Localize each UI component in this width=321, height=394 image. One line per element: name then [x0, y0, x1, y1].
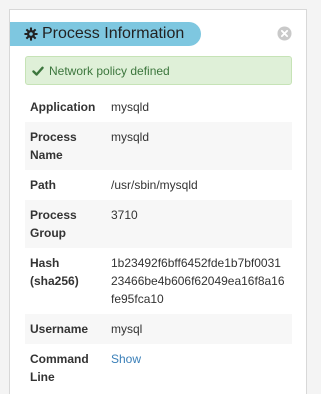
- alert-text: Network policy defined: [49, 63, 170, 78]
- process-info-panel: Process Information Network policy defin…: [9, 9, 307, 394]
- row-label: Process Group: [30, 208, 77, 240]
- row-value: mysqld: [111, 130, 150, 144]
- row-label: Process Name: [30, 130, 77, 162]
- row-value: 1b23492f6bff6452fde1b7bf003123466be4b606…: [111, 256, 285, 306]
- row-label: Path: [30, 178, 57, 192]
- row-process-group: Process Group 3710: [25, 200, 292, 248]
- row-username: Username mysql: [25, 314, 292, 344]
- process-info-table: Application mysqld Process Name mysqld P…: [25, 92, 292, 392]
- gear-icon: [24, 27, 38, 41]
- panel-title-bar: Process Information: [10, 22, 201, 46]
- row-value: 3710: [111, 208, 138, 222]
- network-policy-alert: Network policy defined: [25, 56, 292, 85]
- row-label: Command Line: [30, 352, 89, 384]
- row-hash: Hash (sha256) 1b23492f6bff6452fde1b7bf00…: [25, 248, 292, 314]
- check-icon: [32, 66, 44, 76]
- row-value: mysqld: [111, 100, 150, 114]
- panel-title: Process Information: [42, 25, 185, 42]
- row-value: /usr/sbin/mysqld: [111, 178, 198, 192]
- row-command-line: Command Line Show: [25, 344, 292, 392]
- row-process-name: Process Name mysqld: [25, 122, 292, 170]
- row-value: mysql: [111, 322, 143, 336]
- row-label: Hash (sha256): [30, 256, 79, 288]
- row-application: Application mysqld: [25, 92, 292, 122]
- show-command-line-link[interactable]: Show: [111, 352, 141, 366]
- row-label: Application: [30, 100, 96, 114]
- close-icon[interactable]: [277, 26, 292, 41]
- row-path: Path /usr/sbin/mysqld: [25, 170, 292, 200]
- row-label: Username: [30, 322, 89, 336]
